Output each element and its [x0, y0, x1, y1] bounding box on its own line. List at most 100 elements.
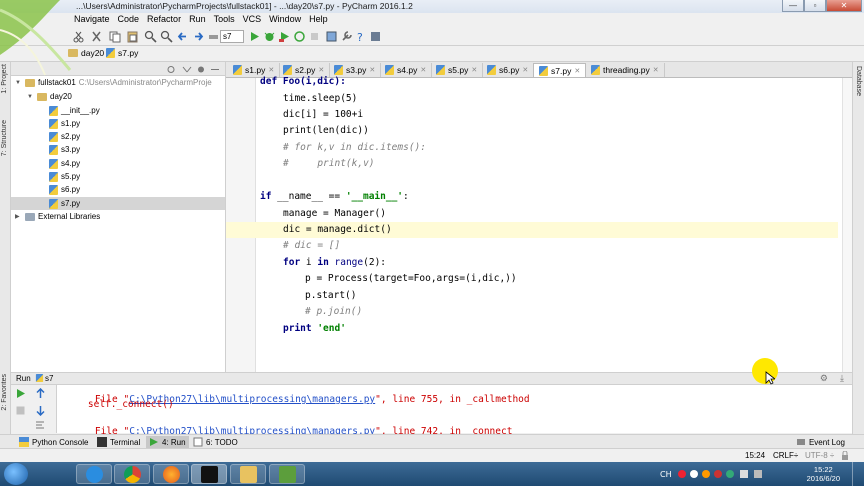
tree-item[interactable]: ▼ fullstack01 C:\Users\Administrator\Pycha… — [11, 76, 225, 89]
scroll-down-icon[interactable] — [35, 405, 46, 416]
tree-item[interactable]: s4.py — [11, 157, 225, 170]
run-config-label: s7 — [45, 374, 54, 383]
editor-tab[interactable]: s6.py ✕ — [482, 63, 535, 77]
replace-icon[interactable] — [160, 30, 173, 43]
wrap-icon[interactable] — [35, 419, 46, 430]
project-header-tools-icon[interactable] — [161, 65, 221, 74]
gear-icon[interactable]: ⚙ — [820, 373, 828, 384]
close-tab-icon[interactable]: ✕ — [268, 66, 274, 74]
close-tab-icon[interactable]: ✕ — [318, 66, 324, 74]
paste-icon[interactable] — [126, 30, 139, 43]
tree-item[interactable]: s6.py — [11, 183, 225, 196]
favorites-tool-button[interactable]: 2: Favorites — [1, 374, 8, 411]
line-separator[interactable]: CRLF÷ — [773, 451, 798, 460]
vcs-update-icon[interactable] — [325, 30, 338, 43]
run-config-select[interactable]: s7 — [220, 30, 244, 43]
code-editor[interactable]: def Foo(i,dic): time.sleep(5) dic[i] = 1… — [226, 76, 852, 372]
menu-navigate[interactable]: Navigate — [70, 14, 114, 24]
menu-help[interactable]: Help — [305, 14, 332, 24]
close-tab-icon[interactable]: ✕ — [471, 66, 477, 74]
editor-scrollbar[interactable] — [842, 78, 852, 372]
taskbar-pycharm[interactable] — [191, 464, 227, 484]
tree-item[interactable]: s5.py — [11, 170, 225, 183]
clock[interactable]: 15:22 2016/6/20 — [807, 465, 840, 483]
tree-item[interactable]: s2.py — [11, 130, 225, 143]
taskbar-chrome[interactable] — [114, 464, 150, 484]
help-icon[interactable]: ? — [354, 30, 367, 44]
scroll-up-icon[interactable] — [35, 388, 46, 399]
menu-tools[interactable]: Tools — [210, 14, 239, 24]
cut-icon-2[interactable] — [90, 30, 103, 43]
find-icon[interactable] — [144, 30, 157, 43]
structure-tool-button[interactable]: 7: Structure — [1, 120, 8, 156]
run-icon[interactable] — [248, 30, 261, 43]
menu-vcs[interactable]: VCS — [239, 14, 266, 24]
database-tool-button[interactable]: Database — [855, 66, 862, 96]
taskbar-ie[interactable] — [76, 464, 112, 484]
project-tool-button[interactable]: 1: Project — [1, 64, 8, 94]
close-tab-icon[interactable]: ✕ — [420, 66, 426, 74]
tree-item[interactable]: ▶ External Libraries — [11, 210, 225, 223]
run-coverage-icon[interactable] — [278, 30, 291, 43]
caret-position[interactable]: 15:24 — [745, 451, 765, 460]
close-tab-icon[interactable]: ✕ — [653, 66, 659, 74]
forward-icon[interactable] — [192, 30, 205, 43]
editor-tab[interactable]: s5.py ✕ — [431, 63, 484, 77]
cut-icon[interactable] — [72, 30, 85, 43]
start-button[interactable] — [4, 463, 28, 485]
profile-icon[interactable] — [293, 30, 306, 43]
tree-item-label: __init__.py — [61, 106, 100, 115]
python-file-icon — [49, 105, 58, 116]
event-log-tab[interactable]: Event Log — [793, 436, 848, 448]
lock-icon[interactable] — [840, 451, 850, 461]
show-desktop-button[interactable] — [852, 462, 864, 486]
editor-tab[interactable]: s4.py ✕ — [380, 63, 433, 77]
todo-tab[interactable]: 6: TODO — [190, 436, 241, 448]
tree-item[interactable]: s7.py — [11, 197, 225, 210]
python-console-icon[interactable] — [369, 30, 382, 43]
rerun-icon[interactable] — [15, 388, 26, 399]
window-title: ...\Users\Administrator\PycharmProjects\… — [76, 1, 413, 11]
settings-wrench-icon[interactable] — [340, 30, 353, 43]
file-encoding[interactable]: UTF-8 ÷ — [805, 451, 834, 460]
python-console-tab[interactable]: Python Console — [16, 436, 91, 448]
tree-item[interactable]: ▼ day20 — [11, 90, 225, 103]
stop-icon[interactable] — [15, 405, 26, 416]
close-tab-icon[interactable]: ✕ — [369, 66, 375, 74]
expand-arrow-icon[interactable]: ▼ — [27, 94, 34, 100]
app-icon — [279, 466, 296, 483]
tree-item[interactable]: s1.py — [11, 117, 225, 130]
build-icon[interactable] — [207, 30, 220, 43]
editor-tab[interactable]: s7.py ✕ — [533, 63, 587, 77]
system-tray-icons[interactable]: CH — [660, 468, 770, 480]
terminal-tab[interactable]: Terminal — [94, 436, 143, 448]
debug-icon[interactable] — [263, 30, 276, 43]
breadcrumb-folder[interactable]: day20 — [68, 48, 104, 58]
collapse-arrow-icon[interactable]: ▶ — [15, 213, 22, 220]
taskbar-app[interactable] — [269, 464, 305, 484]
menu-code[interactable]: Code — [114, 14, 144, 24]
expand-arrow-icon[interactable]: ▼ — [15, 80, 22, 86]
taskbar-explorer[interactable] — [230, 464, 266, 484]
close-button[interactable]: ✕ — [826, 0, 862, 12]
run-tab[interactable]: 4: Run — [146, 436, 189, 448]
minimize-button[interactable]: — — [782, 0, 804, 12]
string-literal: 'end' — [311, 323, 346, 334]
menu-run[interactable]: Run — [185, 14, 210, 24]
tree-item[interactable]: __init__.py — [11, 104, 225, 117]
close-tab-icon[interactable]: ✕ — [574, 67, 580, 75]
stop-icon[interactable] — [308, 30, 321, 43]
copy-icon[interactable] — [108, 30, 121, 43]
maximize-button[interactable]: ▫ — [804, 0, 826, 12]
back-icon[interactable] — [176, 30, 189, 43]
editor-tab[interactable]: threading.py ✕ — [586, 63, 665, 77]
taskbar-firefox[interactable] — [153, 464, 189, 484]
run-output[interactable]: File "C:\Python27\lib\multiprocessing\ma… — [57, 385, 852, 437]
menu-refactor[interactable]: Refactor — [143, 14, 185, 24]
menu-window[interactable]: Window — [265, 14, 305, 24]
hide-panel-icon[interactable]: ⤓ — [840, 373, 844, 384]
tree-item[interactable]: s3.py — [11, 143, 225, 156]
folder-icon — [37, 92, 47, 101]
breadcrumb-file[interactable]: s7.py — [106, 48, 138, 58]
close-tab-icon[interactable]: ✕ — [522, 66, 528, 74]
